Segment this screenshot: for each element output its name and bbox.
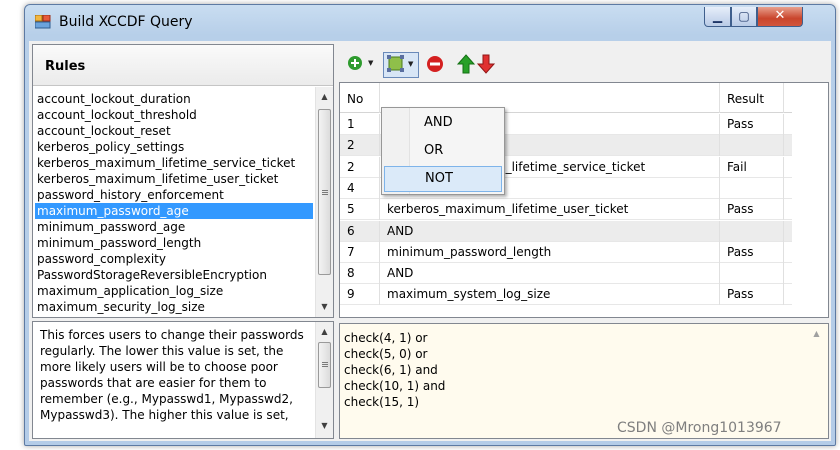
group-button[interactable]: ▼ [383,52,419,78]
scroll-thumb[interactable] [318,109,331,275]
cell-no: 2 [340,156,380,178]
arrow-down-icon [476,54,496,74]
rule-item[interactable]: account_lockout_threshold [35,107,313,123]
table-row[interactable]: 8 AND [340,263,792,285]
close-button[interactable]: ✕ [757,7,803,27]
cell-rule: kerberos_maximum_lifetime_user_ticket [380,199,720,221]
query-line: check(5, 0) or [344,347,428,361]
rule-item[interactable]: minimum_password_length [35,235,313,251]
title-bar[interactable]: Build XCCDF Query ▁ ▢ ✕ [25,5,835,39]
table-row[interactable]: 5 kerberos_maximum_lifetime_user_ticket Pa… [340,199,792,221]
description-text: This forces users to change their passwo… [40,328,304,422]
rule-item[interactable]: PasswordStorageReversibleEncryption [35,267,313,283]
rule-item[interactable]: minimum_password_age [35,219,313,235]
cell-no: 9 [340,284,380,306]
delete-icon [427,56,443,72]
cell-result: Pass [720,199,784,221]
cell-result [720,220,784,242]
query-line: check(4, 1) or [344,331,428,345]
group-dropdown-menu: AND OR NOT [381,107,505,195]
dropdown-arrow-icon: ▼ [368,59,374,67]
cell-no: 2 [340,135,380,157]
rule-item[interactable]: password_complexity [35,251,313,267]
cell-rule: minimum_password_length [380,241,720,263]
arrow-up-icon [456,54,476,74]
query-line: check(15, 1) [344,395,420,409]
cell-result [720,135,784,157]
cell-rule: AND [380,220,720,242]
table-row[interactable]: 6 AND [340,220,792,242]
delete-button[interactable] [425,54,447,74]
rule-item[interactable]: kerberos_maximum_lifetime_user_ticket [35,171,313,187]
rules-panel: Rules account_lockout_duration account_lo… [32,44,334,318]
cell-no: 8 [340,263,380,285]
cell-result: Fail [720,156,784,178]
rule-item[interactable]: account_lockout_reset [35,123,313,139]
group-icon [387,55,404,72]
scroll-down-arrow-icon[interactable]: ▼ [316,299,333,315]
rule-item[interactable]: maximum_security_log_size [35,299,313,315]
cell-no: 6 [340,220,380,242]
rule-item[interactable]: maximum_password_age [35,203,313,219]
maximize-button[interactable]: ▢ [731,7,757,27]
cell-no: 4 [340,177,380,199]
rule-item[interactable]: kerberos_maximum_lifetime_service_ticket [35,155,313,171]
client-area: Rules account_lockout_duration account_lo… [29,41,831,441]
cell-result [720,263,784,285]
scroll-up-arrow-icon[interactable]: ▲ [316,324,333,340]
window-title: Build XCCDF Query [59,14,193,30]
cell-result [720,177,784,199]
app-icon [34,14,51,29]
column-header-no[interactable]: No [340,83,380,113]
query-line: check(6, 1) and [344,363,438,377]
description-scrollbar[interactable]: ▲ ▼ [315,322,333,438]
description-panel: This forces users to change their passwo… [32,321,334,439]
scroll-thumb[interactable] [318,342,331,388]
grid-blank-area [792,83,828,317]
column-header-result[interactable]: Result [720,83,784,113]
cell-result: Pass [720,114,784,135]
cell-no: 5 [340,199,380,221]
menu-item-not[interactable]: NOT [384,166,502,192]
cell-result: Pass [720,241,784,263]
query-line: check(10, 1) and [344,379,446,393]
scroll-up-arrow-icon[interactable]: ▲ [808,326,825,342]
table-row[interactable]: 7 minimum_password_length Pass [340,241,792,263]
rule-item[interactable]: maximum_application_log_size [35,283,313,299]
cell-result: Pass [720,284,784,306]
move-down-button[interactable] [476,54,499,74]
scroll-up-arrow-icon[interactable]: ▲ [316,89,333,105]
cell-no: 7 [340,241,380,263]
cell-rule: AND [380,263,720,285]
minimize-button[interactable]: ▁ [704,7,731,27]
cell-no: 1 [340,114,380,135]
rule-item[interactable]: kerberos_policy_settings [35,139,313,155]
rule-item[interactable]: password_history_enforcement [35,187,313,203]
menu-item-or[interactable]: OR [384,138,502,164]
watermark: CSDN @Mrong1013967 [617,420,782,436]
cell-rule: maximum_system_log_size [380,284,720,306]
rules-list[interactable]: account_lockout_duration account_lockout_… [33,87,315,317]
rules-title: Rules [45,59,86,74]
add-button[interactable]: ▼ [347,54,377,74]
rule-item[interactable]: account_lockout_duration [35,91,313,107]
menu-item-and[interactable]: AND [384,110,502,136]
query-scrollbar[interactable]: ▲ [808,324,828,438]
toolbar: ▼ ▼ [339,44,829,80]
move-up-button[interactable] [456,54,479,74]
dropdown-arrow-icon: ▼ [408,60,414,68]
query-text: check(4, 1) or check(5, 0) or check(6, 1) … [344,330,445,410]
app-window: Build XCCDF Query ▁ ▢ ✕ Rules account_lo… [24,4,836,446]
rules-scrollbar[interactable]: ▲ ▼ [315,87,333,317]
table-row[interactable]: 9 maximum_system_log_size Pass [340,284,792,306]
add-icon [348,56,362,70]
rules-header: Rules [33,45,333,86]
scroll-down-arrow-icon[interactable]: ▼ [316,418,333,434]
